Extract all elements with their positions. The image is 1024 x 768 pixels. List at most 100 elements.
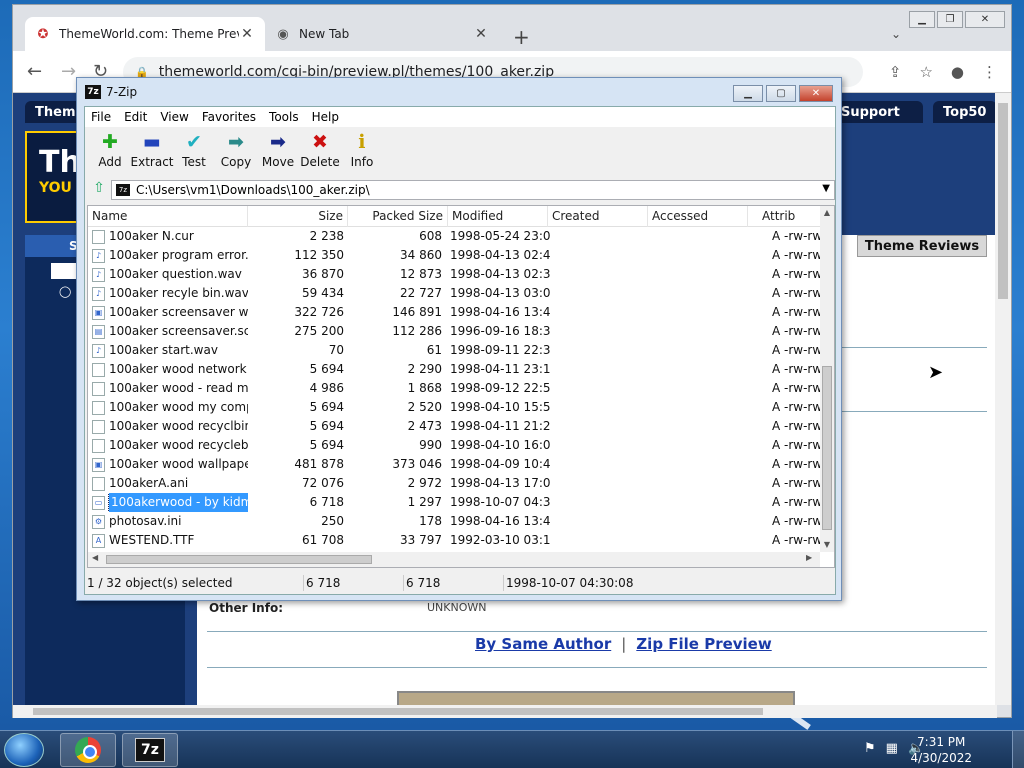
new-tab-plus-icon[interactable]: + (513, 25, 530, 49)
close-tab-icon[interactable]: ✕ (239, 26, 255, 42)
minimize-icon[interactable]: ▁ (909, 11, 935, 28)
bookmark-star-icon[interactable]: ☆ (919, 63, 932, 81)
close-icon[interactable]: ✕ (965, 11, 1005, 28)
file-attrib-cell: A -rw-rw (772, 286, 820, 300)
col-header-modified[interactable]: Modified (448, 206, 548, 227)
tab-search-chevron-icon[interactable]: ⌄ (891, 27, 901, 41)
col-header-packed-size[interactable]: Packed Size (348, 206, 448, 227)
by-same-author-link[interactable]: By Same Author (475, 635, 611, 653)
nav-tab-top50[interactable]: Top50 (933, 101, 997, 123)
taskbar-chrome[interactable] (60, 733, 116, 767)
table-row[interactable]: ♪ 100aker question.wav 36 870 12 873 1998-04… (88, 265, 820, 284)
taskbar-7zip[interactable]: 7z (122, 733, 178, 767)
table-row[interactable]: 100aker wood recyclebi... 5 694 990 1998-04… (88, 436, 820, 455)
theme-reviews-tab[interactable]: Theme Reviews (857, 235, 987, 257)
delete-button[interactable]: ✖ Delete (299, 127, 341, 177)
table-row[interactable]: ♪ 100aker recyle bin.wav 59 434 22 727 1998-… (88, 284, 820, 303)
scroll-right-icon[interactable]: ▶ (806, 553, 812, 562)
scroll-up-icon[interactable]: ▲ (820, 208, 834, 217)
profile-avatar-icon[interactable]: ● (951, 63, 964, 81)
file-attrib-cell: A -rw-rw (772, 400, 820, 414)
menu-kebab-icon[interactable]: ⋮ (982, 63, 997, 81)
tab-themeworld[interactable]: ✪ ThemeWorld.com: Theme Preview ✕ (25, 17, 265, 51)
move-button[interactable]: ➡ Move (257, 127, 299, 177)
scroll-thumb[interactable] (106, 555, 372, 564)
file-modified-cell: 1998-04-09 10:40 (450, 457, 550, 471)
file-modified-cell: 1998-04-13 02:34 (450, 267, 550, 281)
table-row[interactable]: 100aker wood network ... 5 694 2 290 1998-0… (88, 360, 820, 379)
table-row[interactable]: ♪ 100aker program error.... 112 350 34 860 1… (88, 246, 820, 265)
table-row[interactable]: 100akerA.ani 72 076 2 972 1998-04-13 17:02 A… (88, 474, 820, 493)
table-row[interactable]: 100aker N.cur 2 238 608 1998-05-24 23:09 A -… (88, 227, 820, 246)
list-vertical-scrollbar[interactable]: ▲ ▼ (820, 206, 834, 552)
scroll-left-icon[interactable]: ◀ (92, 553, 98, 562)
scroll-down-icon[interactable]: ▼ (820, 540, 834, 549)
maximize-icon[interactable]: ❐ (937, 11, 963, 28)
nav-tab-support[interactable]: Support (831, 101, 923, 123)
list-horizontal-scrollbar[interactable]: ◀ ▶ (88, 552, 820, 567)
table-row[interactable]: ▣ 100aker screensaver wal... 322 726 146 89… (88, 303, 820, 322)
scroll-thumb[interactable] (998, 103, 1008, 299)
start-button[interactable] (4, 733, 44, 767)
table-row[interactable]: ⚙ photosav.ini 250 178 1998-04-16 13:47 A -rw… (88, 512, 820, 531)
show-desktop-button[interactable] (1012, 731, 1024, 768)
copy-button[interactable]: ➡ Copy (215, 127, 257, 177)
menu-edit[interactable]: Edit (124, 110, 147, 124)
clock[interactable]: 7:31 PM 4/30/2022 (910, 734, 972, 766)
info-button[interactable]: ℹ Info (341, 127, 383, 177)
table-row[interactable]: 100aker wood recyclbin ... 5 694 2 473 1998… (88, 417, 820, 436)
col-header-name[interactable]: Name (88, 206, 248, 227)
zip-file-preview-link[interactable]: Zip File Preview (636, 635, 771, 653)
author-links: By Same Author | Zip File Preview (475, 635, 772, 653)
action-center-flag-icon[interactable]: ⚑ (864, 741, 876, 756)
menu-view[interactable]: View (160, 110, 188, 124)
scroll-thumb[interactable] (33, 708, 763, 715)
scroll-thumb[interactable] (822, 366, 832, 530)
path-input[interactable]: 7z C:\Users\vm1\Downloads\100_aker.zip\ … (111, 180, 835, 200)
page-vertical-scrollbar[interactable] (995, 93, 1011, 705)
table-row[interactable]: ▭100akerwood - by kidm... 6 718 1 297 1998-… (88, 493, 820, 512)
7zip-icon: 7z (135, 738, 165, 762)
7zip-titlebar[interactable]: 7z 7-Zip ▁ ▢ ✕ (77, 78, 841, 106)
folder-up-icon[interactable]: ⇧ (87, 180, 111, 200)
extract-button[interactable]: ▬ Extract (131, 127, 174, 177)
table-row[interactable]: ▣ 100aker wood wallpaper.... 481 878 373 04… (88, 455, 820, 474)
back-arrow-icon[interactable]: ← (27, 61, 42, 82)
col-header-attrib[interactable]: Attrib (758, 206, 820, 227)
file-packed-cell: 33 797 (400, 533, 442, 547)
minimize-icon[interactable]: ▁ (733, 85, 763, 102)
file-attrib-cell: A -rw-rw (772, 514, 820, 528)
table-row[interactable]: 100aker wood - read me... 4 986 1 868 1998-… (88, 379, 820, 398)
file-size-cell: 481 878 (294, 457, 344, 471)
file-modified-cell: 1998-04-10 15:59 (450, 400, 550, 414)
menu-file[interactable]: File (91, 110, 111, 124)
file-size-cell: 275 200 (294, 324, 344, 338)
file-attrib-cell: A -rw-rw (772, 362, 820, 376)
chevron-down-icon[interactable]: ▼ (822, 183, 830, 194)
forward-arrow-icon[interactable]: → (61, 61, 76, 82)
table-row[interactable]: 100aker wood my comp... 5 694 2 520 1998-04… (88, 398, 820, 417)
menu-tools[interactable]: Tools (269, 110, 299, 124)
network-icon[interactable]: ▦ (886, 741, 898, 756)
add-button[interactable]: ✚ Add (89, 127, 131, 177)
clock-time: 7:31 PM (917, 735, 966, 749)
status-size: 6 718 (303, 575, 403, 591)
col-header-size[interactable]: Size (248, 206, 348, 227)
close-icon[interactable]: ✕ (799, 85, 833, 102)
col-header-accessed[interactable]: Accessed (648, 206, 748, 227)
share-icon[interactable]: ⇪ (889, 63, 902, 81)
table-row[interactable]: ▤ 100aker screensaver.scr 275 200 112 286 19… (88, 322, 820, 341)
status-modified: 1998-10-07 04:30:08 (503, 575, 703, 591)
test-button[interactable]: ✔ Test (173, 127, 215, 177)
page-horizontal-scrollbar[interactable] (13, 705, 997, 718)
menu-help[interactable]: Help (312, 110, 339, 124)
maximize-icon[interactable]: ▢ (766, 85, 796, 102)
col-header-created[interactable]: Created (548, 206, 648, 227)
tab-new-tab[interactable]: ◉ New Tab ✕ (265, 17, 499, 51)
table-row[interactable]: A WESTEND.TTF 61 708 33 797 1992-03-10 03:10… (88, 531, 820, 550)
file-size-cell: 112 350 (294, 248, 344, 262)
menu-favorites[interactable]: Favorites (202, 110, 256, 124)
close-tab-icon[interactable]: ✕ (473, 26, 489, 42)
table-row[interactable]: ♪ 100aker start.wav 70 61 1998-09-11 22:39 A … (88, 341, 820, 360)
file-size-cell: 5 694 (309, 400, 344, 414)
